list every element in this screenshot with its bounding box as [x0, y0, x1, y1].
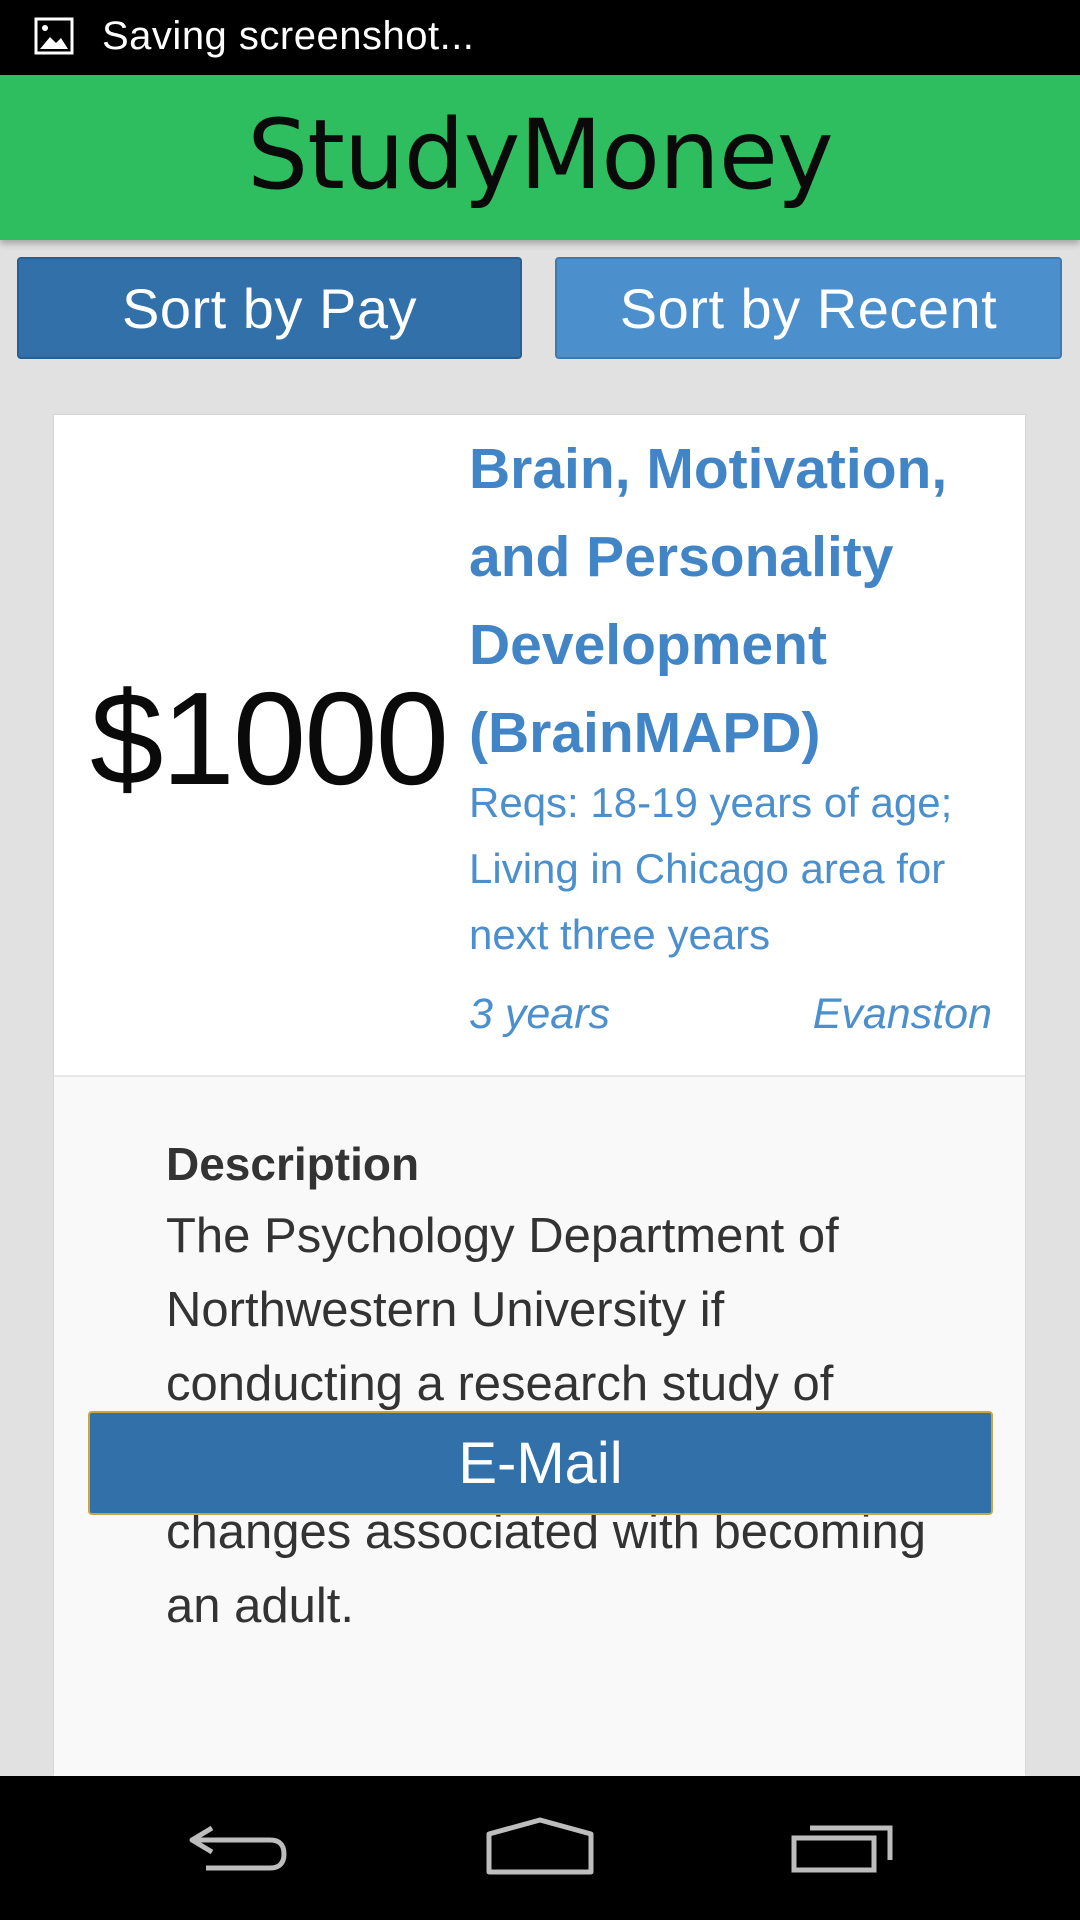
study-requirements: Reqs: 18-19 years of age; Living in Chic… [469, 779, 953, 958]
app-title: StudyMoney [247, 98, 833, 211]
study-card: $1000 Brain, Motivation, and Personality… [53, 414, 1026, 1777]
home-icon [485, 1816, 595, 1881]
navigation-bar [0, 1776, 1080, 1920]
back-icon [186, 1818, 290, 1879]
description-heading: Description [166, 1138, 420, 1190]
sort-by-recent-button[interactable]: Sort by Recent [555, 257, 1062, 359]
study-pay: $1000 [90, 665, 449, 812]
email-button[interactable]: E-Mail [88, 1411, 993, 1515]
status-text: Saving screenshot... [102, 14, 475, 58]
study-summary[interactable]: $1000 Brain, Motivation, and Personality… [54, 415, 1025, 1077]
study-title[interactable]: Brain, Motivation, and Personality Devel… [469, 425, 1009, 777]
app-header: StudyMoney [0, 75, 1080, 240]
recents-icon [790, 1818, 894, 1879]
screen: Saving screenshot... StudyMoney Sort by … [0, 0, 1080, 1920]
study-location: Evanston [812, 990, 992, 1038]
back-button[interactable] [138, 1776, 338, 1920]
study-duration: 3 years [469, 990, 611, 1038]
sort-by-pay-button[interactable]: Sort by Pay [17, 257, 522, 359]
home-button[interactable] [440, 1776, 640, 1920]
status-bar: Saving screenshot... [0, 0, 1080, 75]
recents-button[interactable] [742, 1776, 942, 1920]
image-icon [34, 17, 74, 55]
